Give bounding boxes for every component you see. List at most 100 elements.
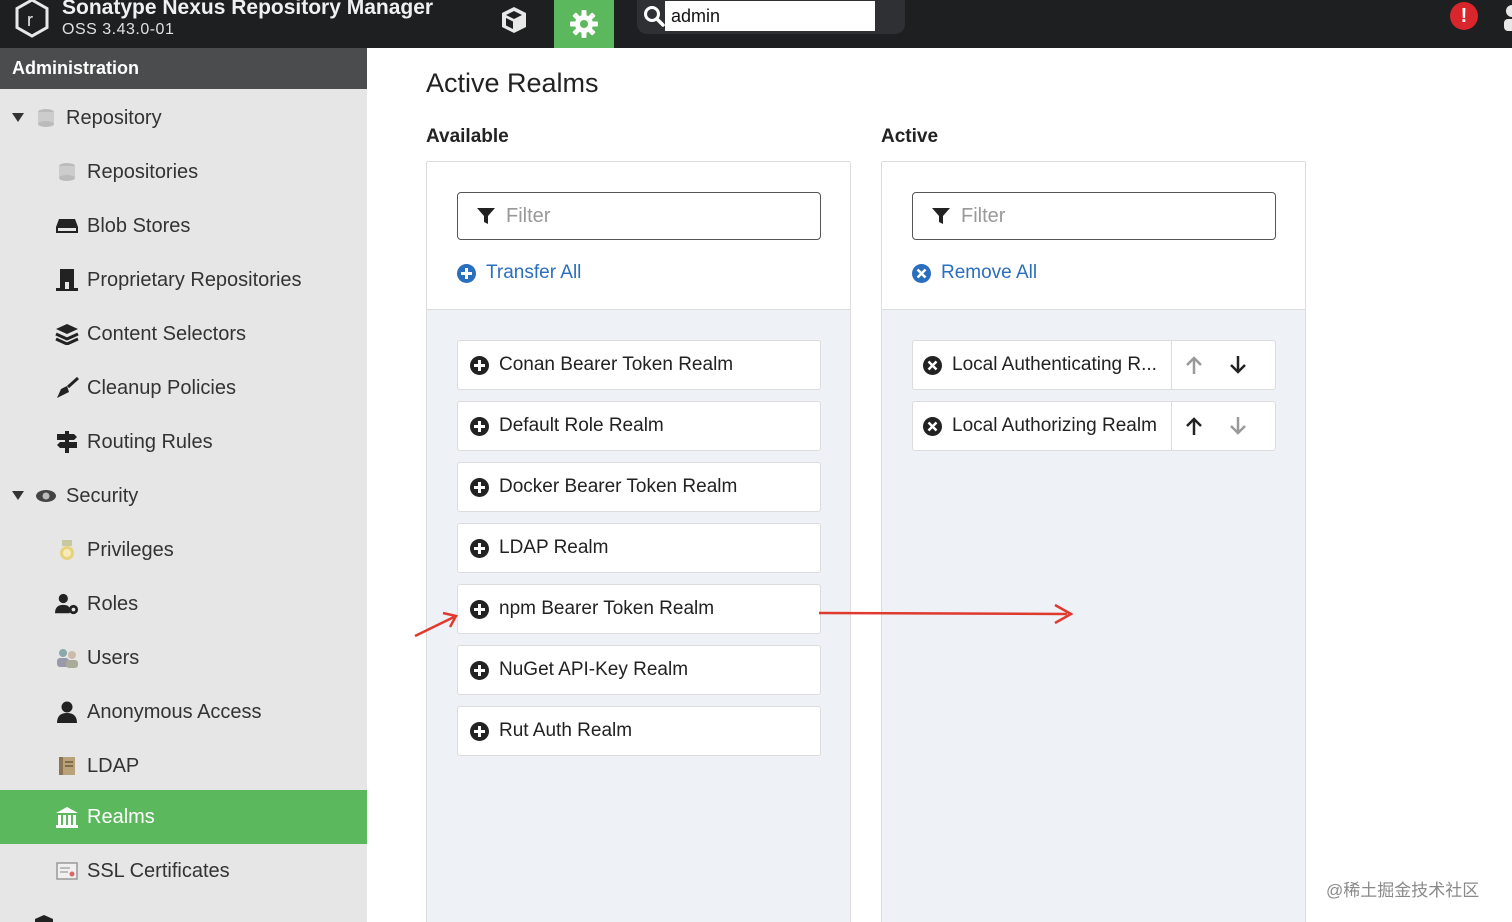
available-realm-item[interactable]: Docker Bearer Token Realm: [457, 462, 821, 512]
move-down-button[interactable]: [1216, 402, 1260, 450]
times-circle-icon: [912, 263, 931, 283]
sidebar-item-content-selectors[interactable]: Content Selectors: [0, 307, 367, 361]
sidebar-item-label: Roles: [87, 592, 139, 615]
available-realm-item[interactable]: Rut Auth Realm: [457, 706, 821, 756]
times-circle-icon: [923, 416, 942, 436]
sidebar: Administration Repository Repositories B…: [0, 48, 367, 922]
move-up-button[interactable]: [1172, 341, 1216, 389]
realm-label: Conan Bearer Token Realm: [499, 354, 734, 375]
sidebar-group-label: Security: [66, 484, 139, 507]
remove-all-button[interactable]: Remove All: [912, 262, 1037, 284]
available-realm-item[interactable]: LDAP Realm: [457, 523, 821, 573]
realm-label: Local Authenticating R...: [952, 354, 1157, 375]
sidebar-item-ldap[interactable]: LDAP: [0, 739, 367, 793]
sidebar-item-blob-stores[interactable]: Blob Stores: [0, 199, 367, 253]
sidebar-item-anonymous-access[interactable]: Anonymous Access: [0, 685, 367, 739]
medal-icon: [55, 538, 79, 562]
remove-all-label: Remove All: [941, 262, 1038, 283]
sidebar-item-repositories[interactable]: Repositories: [0, 145, 367, 199]
sidebar-item-proprietary-repositories[interactable]: Proprietary Repositories: [0, 253, 367, 307]
active-panel-header: Filter Remove All: [882, 162, 1305, 310]
sidebar-item-cleanup-policies[interactable]: Cleanup Policies: [0, 361, 367, 415]
caret-down-icon[interactable]: [12, 489, 26, 503]
plus-circle-icon: [470, 660, 489, 680]
sidebar-group-label: Repository: [66, 106, 162, 129]
search-box: [637, 0, 905, 34]
available-realm-item[interactable]: npm Bearer Token Realm: [457, 584, 821, 634]
nexus-logo-icon[interactable]: r: [14, 0, 50, 38]
top-bar: r Sonatype Nexus Repository Manager OSS …: [0, 0, 1512, 48]
arrow-down-icon: [1230, 356, 1246, 374]
realm-label: Docker Bearer Token Realm: [499, 476, 738, 497]
sidebar-item-label: Cleanup Policies: [87, 376, 236, 399]
filter-placeholder: Filter: [961, 204, 1006, 227]
page-title: Active Realms: [426, 68, 599, 98]
sidebar-item-label: LDAP: [87, 754, 140, 777]
sidebar-item-privileges[interactable]: Privileges: [0, 523, 367, 577]
realm-label: Local Authorizing Realm: [952, 415, 1157, 436]
plus-circle-icon: [470, 416, 489, 436]
realm-label: Rut Auth Realm: [499, 720, 633, 741]
active-label: Active: [881, 126, 939, 147]
active-realm-item: Local Authorizing Realm: [912, 401, 1276, 451]
database-icon: [55, 160, 79, 184]
sidebar-item-realms[interactable]: Realms: [0, 790, 367, 844]
sidebar-item-label: Anonymous Access: [87, 700, 262, 723]
sidebar-item-label: SSL Certificates: [87, 859, 230, 882]
plus-circle-icon: [470, 477, 489, 497]
available-label: Available: [426, 126, 509, 147]
sidebar-item-users[interactable]: Users: [0, 631, 367, 685]
admin-button[interactable]: [554, 0, 614, 48]
active-realm-remove[interactable]: Local Authenticating R...: [913, 341, 1172, 389]
plus-circle-icon: [470, 599, 489, 619]
active-filter-input[interactable]: Filter: [912, 192, 1276, 240]
gear-icon: [570, 10, 598, 38]
available-realm-item[interactable]: NuGet API-Key Realm: [457, 645, 821, 695]
book-icon: [55, 754, 79, 778]
browse-button[interactable]: [488, 0, 540, 40]
sidebar-item-label: Users: [87, 646, 140, 669]
sidebar-item-label: Blob Stores: [87, 214, 191, 237]
active-realm-remove[interactable]: Local Authorizing Realm: [913, 402, 1172, 450]
sidebar-item-roles[interactable]: Roles: [0, 577, 367, 631]
available-panel-header: Filter Transfer All: [427, 162, 850, 310]
available-realm-item[interactable]: Conan Bearer Token Realm: [457, 340, 821, 390]
filter-icon: [932, 208, 950, 224]
plus-circle-icon: [457, 263, 476, 283]
realm-icon: [55, 805, 79, 829]
available-filter-input[interactable]: Filter: [457, 192, 821, 240]
eye-icon: [34, 484, 58, 508]
sidebar-title: Administration: [0, 48, 367, 89]
users-icon: [55, 646, 79, 670]
filter-icon: [477, 208, 495, 224]
sidebar-item-ssl-certificates[interactable]: SSL Certificates: [0, 844, 367, 898]
sidebar-group-security[interactable]: Security: [0, 469, 367, 523]
times-circle-icon: [923, 355, 942, 375]
user-icon[interactable]: [1500, 2, 1512, 32]
building-icon: [55, 268, 79, 292]
available-realm-item[interactable]: Default Role Realm: [457, 401, 821, 451]
move-down-button[interactable]: [1216, 341, 1260, 389]
arrow-up-icon: [1186, 417, 1202, 435]
move-up-button[interactable]: [1172, 402, 1216, 450]
sidebar-group-repository[interactable]: Repository: [0, 91, 367, 145]
arrow-down-icon: [1230, 417, 1246, 435]
sidebar-item-routing-rules[interactable]: Routing Rules: [0, 415, 367, 469]
hdd-icon: [55, 214, 79, 238]
signpost-icon: [55, 430, 79, 454]
plus-circle-icon: [470, 721, 489, 741]
alert-icon[interactable]: !: [1450, 2, 1478, 30]
broom-icon: [55, 376, 79, 400]
certificate-icon: [55, 859, 79, 883]
database-icon: [34, 106, 58, 130]
realm-label: npm Bearer Token Realm: [499, 598, 715, 619]
main-content: Active Realms Available Active Filter Tr…: [367, 48, 1512, 922]
active-panel: Filter Remove All Local Authenticating R…: [881, 161, 1306, 922]
caret-down-icon[interactable]: [12, 111, 26, 125]
search-input[interactable]: [665, 1, 875, 31]
sidebar-item-label: Proprietary Repositories: [87, 268, 302, 291]
transfer-all-button[interactable]: Transfer All: [457, 262, 581, 284]
user-gear-icon: [55, 592, 79, 616]
active-realm-item: Local Authenticating R...: [912, 340, 1276, 390]
search-icon[interactable]: [643, 5, 665, 27]
